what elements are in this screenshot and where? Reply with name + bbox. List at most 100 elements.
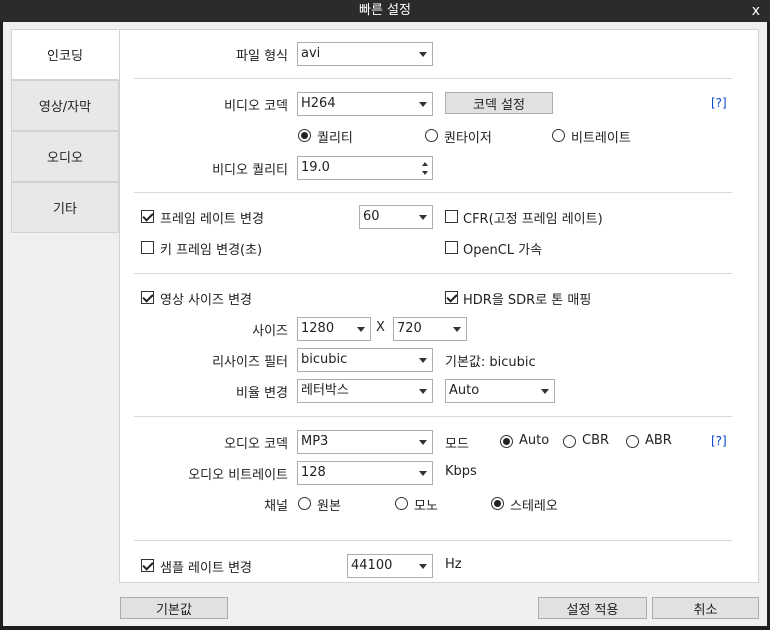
channel-label: 채널: [264, 499, 288, 514]
audio-bitrate-value: 128: [301, 465, 326, 480]
samplerate-label: 샘플 레이트 변경: [160, 561, 252, 576]
resize-filter-default: 기본값: bicubic: [445, 355, 536, 370]
tab-encoding[interactable]: 인코딩: [11, 29, 119, 80]
chevron-down-icon: [357, 327, 365, 332]
chevron-down-icon: [419, 564, 427, 569]
divider: [134, 273, 732, 274]
audio-codec-label: 오디오 코덱: [224, 437, 288, 452]
radio-quantizer-label: 퀀타이저: [444, 131, 492, 146]
ratio-mode-value: Auto: [449, 383, 480, 398]
cfr-checkbox[interactable]: [445, 210, 458, 223]
tab-video-subtitle[interactable]: 영상/자막: [11, 80, 119, 131]
chevron-down-icon: [541, 389, 549, 394]
keyframe-checkbox[interactable]: [141, 241, 154, 254]
video-quality-spinner[interactable]: 19.0: [297, 156, 433, 180]
video-codec-select[interactable]: H264: [297, 92, 433, 116]
close-icon[interactable]: x: [752, 0, 760, 22]
title-bar: 빠른 설정 x: [0, 0, 770, 22]
radio-channel-mono-label: 모노: [414, 499, 438, 514]
framerate-change-checkbox[interactable]: [141, 210, 154, 223]
resize-filter-select[interactable]: bicubic: [297, 348, 433, 372]
audio-bitrate-unit: Kbps: [445, 464, 477, 479]
resize-filter-value: bicubic: [301, 352, 348, 367]
radio-audio-abr[interactable]: [626, 435, 639, 448]
audio-bitrate-label: 오디오 비트레이트: [188, 468, 288, 483]
size-change-checkbox[interactable]: [141, 291, 154, 304]
samplerate-select[interactable]: 44100: [347, 554, 433, 578]
chevron-down-icon: [419, 471, 427, 476]
video-quality-label: 비디오 퀄리티: [212, 163, 288, 178]
samplerate-checkbox[interactable]: [141, 559, 154, 572]
chevron-down-icon: [419, 52, 427, 57]
codec-settings-button[interactable]: 코덱 설정: [445, 92, 553, 114]
arrow-down-icon[interactable]: [422, 171, 428, 175]
radio-channel-stereo[interactable]: [491, 497, 504, 510]
hdr-label: HDR을 SDR로 톤 매핑: [463, 293, 592, 308]
audio-mode-label: 모드: [445, 437, 469, 452]
ratio-value: 레터박스: [301, 383, 349, 398]
divider: [134, 78, 732, 79]
radio-audio-cbr-label: CBR: [582, 433, 610, 448]
size-change-label: 영상 사이즈 변경: [160, 293, 252, 308]
radio-channel-mono[interactable]: [395, 497, 408, 510]
tab-video-subtitle-label: 영상/자막: [38, 100, 92, 115]
opencl-checkbox[interactable]: [445, 241, 458, 254]
divider: [134, 416, 732, 417]
arrow-up-icon[interactable]: [422, 162, 428, 166]
ratio-select[interactable]: 레터박스: [297, 379, 433, 403]
audio-bitrate-select[interactable]: 128: [297, 461, 433, 485]
file-format-value: avi: [301, 46, 321, 61]
radio-quality[interactable]: [298, 129, 311, 142]
samplerate-unit: Hz: [445, 557, 462, 572]
cancel-button[interactable]: 취소: [652, 597, 759, 619]
chevron-down-icon: [419, 215, 427, 220]
apply-button[interactable]: 설정 적용: [538, 597, 647, 619]
radio-bitrate[interactable]: [552, 129, 565, 142]
tab-audio[interactable]: 오디오: [11, 131, 119, 182]
radio-quality-label: 퀄리티: [317, 131, 353, 146]
video-help-link[interactable]: [?]: [711, 96, 727, 110]
radio-channel-original[interactable]: [298, 497, 311, 510]
width-value: 1280: [301, 321, 335, 336]
ratio-mode-select[interactable]: Auto: [445, 379, 555, 403]
tab-other[interactable]: 기타: [11, 182, 119, 233]
height-select[interactable]: 720: [393, 317, 467, 341]
default-button[interactable]: 기본값: [120, 597, 228, 619]
tab-encoding-label: 인코딩: [47, 49, 83, 64]
window-title: 빠른 설정: [359, 3, 411, 18]
file-format-label: 파일 형식: [236, 49, 288, 64]
radio-channel-original-label: 원본: [317, 499, 341, 514]
radio-bitrate-label: 비트레이트: [571, 131, 631, 146]
opencl-label: OpenCL 가속: [463, 243, 543, 258]
radio-audio-auto[interactable]: [500, 435, 513, 448]
chevron-down-icon: [419, 389, 427, 394]
framerate-value: 60: [363, 209, 380, 224]
height-value: 720: [397, 321, 422, 336]
keyframe-label: 키 프레임 변경(초): [160, 243, 263, 258]
audio-codec-select[interactable]: MP3: [297, 430, 433, 454]
hdr-checkbox[interactable]: [445, 291, 458, 304]
dialog-body: 인코딩 영상/자막 오디오 기타 파일 형식 avi 비디오 코덱 H264 코…: [3, 22, 767, 626]
settings-panel: 파일 형식 avi 비디오 코덱 H264 코덱 설정 [?] 퀄리티 퀀타이저…: [119, 29, 759, 583]
chevron-down-icon: [419, 358, 427, 363]
video-codec-value: H264: [301, 96, 336, 111]
size-x-label: X: [376, 320, 385, 335]
audio-help-link[interactable]: [?]: [711, 434, 727, 448]
radio-audio-auto-label: Auto: [519, 433, 550, 448]
radio-audio-cbr[interactable]: [563, 435, 576, 448]
framerate-change-label: 프레임 레이트 변경: [160, 212, 264, 227]
chevron-down-icon: [453, 327, 461, 332]
ratio-label: 비율 변경: [236, 386, 288, 401]
file-format-select[interactable]: avi: [297, 42, 433, 66]
divider: [134, 192, 732, 193]
chevron-down-icon: [419, 440, 427, 445]
radio-quantizer[interactable]: [425, 129, 438, 142]
divider: [134, 540, 732, 541]
width-select[interactable]: 1280: [297, 317, 371, 341]
framerate-select[interactable]: 60: [359, 205, 433, 229]
size-label: 사이즈: [252, 324, 288, 339]
audio-codec-value: MP3: [301, 434, 329, 449]
cfr-label: CFR(고정 프레임 레이트): [463, 212, 603, 227]
chevron-down-icon: [419, 102, 427, 107]
radio-audio-abr-label: ABR: [645, 433, 672, 448]
